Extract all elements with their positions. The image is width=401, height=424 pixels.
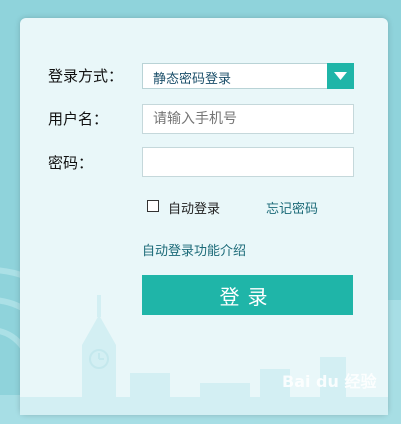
login-button[interactable]: 登录	[142, 275, 353, 315]
chevron-down-icon	[334, 72, 347, 80]
password-label: 密码：	[48, 154, 94, 172]
username-label: 用户名：	[48, 110, 109, 128]
login-method-select[interactable]: 静态密码登录	[142, 63, 354, 89]
login-method-label: 登录方式：	[48, 67, 124, 85]
username-input[interactable]	[142, 104, 354, 134]
forgot-password-link[interactable]: 忘记密码	[266, 198, 318, 217]
auto-login-checkbox[interactable]	[147, 200, 159, 212]
password-input[interactable]	[142, 147, 354, 177]
auto-login-label: 自动登录	[168, 202, 221, 217]
watermark: Bai du 经验	[282, 372, 377, 391]
login-card: 登录方式： 静态密码登录 用户名： 密码： 自动登录 忘记密码 自动登录功能介绍…	[20, 18, 388, 415]
dropdown-button[interactable]	[327, 63, 354, 89]
auto-login-intro-link[interactable]: 自动登录功能介绍	[142, 240, 246, 259]
login-method-value: 静态密码登录	[153, 72, 232, 87]
